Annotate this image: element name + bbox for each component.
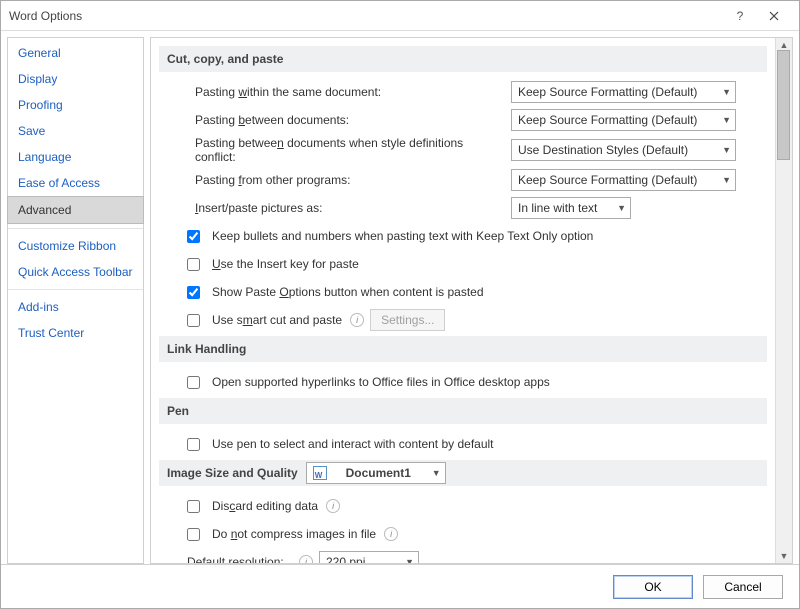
cancel-button[interactable]: Cancel [703, 575, 783, 599]
setting-pasting-between-conflict: Pasting between documents when style def… [159, 136, 767, 164]
checkbox-discard-editing[interactable] [187, 500, 200, 513]
chevron-down-icon: ▼ [722, 175, 731, 185]
label-pasting-other: Pasting from other programs: [195, 173, 505, 187]
settings-content: Cut, copy, and paste Pasting within the … [151, 38, 775, 563]
label-use-insert-key: Use the Insert key for paste [212, 257, 359, 271]
sidebar-item-advanced[interactable]: Advanced [7, 196, 144, 224]
close-icon [769, 11, 779, 21]
info-icon[interactable]: i [350, 313, 364, 327]
setting-default-resolution: Default resolution: i 220 ppi▼ [159, 550, 767, 563]
document-icon [313, 466, 327, 480]
section-image-size-quality: Image Size and Quality Document1▼ [159, 460, 767, 486]
label-default-resolution: Default resolution: [187, 555, 291, 563]
sidebar-separator [8, 289, 143, 290]
sidebar-item-general[interactable]: General [8, 40, 143, 66]
label-discard-editing: Discard editing data [212, 499, 318, 513]
info-icon[interactable]: i [299, 555, 313, 563]
label-smart-cut-paste: Use smart cut and paste [212, 313, 342, 327]
setting-smart-cut-paste: Use smart cut and paste i Settings... [159, 308, 767, 332]
dialog-footer: OK Cancel [1, 564, 799, 608]
combo-pasting-other[interactable]: Keep Source Formatting (Default)▼ [511, 169, 736, 191]
section-title-image-size-quality: Image Size and Quality [167, 466, 298, 480]
titlebar: Word Options ? [1, 1, 799, 31]
checkbox-do-not-compress[interactable] [187, 528, 200, 541]
checkbox-use-insert-key[interactable] [187, 258, 200, 271]
label-pasting-within: Pasting within the same document: [195, 85, 505, 99]
sidebar-item-trust-center[interactable]: Trust Center [8, 320, 143, 346]
setting-show-paste-options: Show Paste Options button when content i… [159, 280, 767, 304]
label-pasting-between: Pasting between documents: [195, 113, 505, 127]
setting-pasting-between: Pasting between documents: Keep Source F… [159, 108, 767, 132]
sidebar-item-quick-access-toolbar[interactable]: Quick Access Toolbar [8, 259, 143, 285]
help-button[interactable]: ? [723, 2, 757, 30]
label-do-not-compress: Do not compress images in file [212, 527, 376, 541]
label-show-paste-options: Show Paste Options button when content i… [212, 285, 484, 299]
label-insert-pictures: Insert/paste pictures as: [195, 201, 505, 215]
chevron-down-icon: ▼ [432, 468, 441, 478]
setting-use-insert-key: Use the Insert key for paste [159, 252, 767, 276]
sidebar-item-language[interactable]: Language [8, 144, 143, 170]
checkbox-open-hyperlinks[interactable] [187, 376, 200, 389]
window-title: Word Options [9, 9, 723, 23]
setting-pasting-other: Pasting from other programs: Keep Source… [159, 168, 767, 192]
category-sidebar: General Display Proofing Save Language E… [7, 37, 144, 564]
chevron-down-icon: ▼ [722, 145, 731, 155]
checkbox-use-pen[interactable] [187, 438, 200, 451]
close-button[interactable] [757, 2, 791, 30]
setting-use-pen: Use pen to select and interact with cont… [159, 432, 767, 456]
sidebar-item-display[interactable]: Display [8, 66, 143, 92]
combo-insert-pictures[interactable]: In line with text▼ [511, 197, 631, 219]
sidebar-item-addins[interactable]: Add-ins [8, 294, 143, 320]
setting-insert-pictures: Insert/paste pictures as: In line with t… [159, 196, 767, 220]
checkbox-keep-bullets[interactable] [187, 230, 200, 243]
ok-button[interactable]: OK [613, 575, 693, 599]
setting-discard-editing: Discard editing data i [159, 494, 767, 518]
chevron-down-icon: ▼ [405, 557, 414, 563]
setting-pasting-within: Pasting within the same document: Keep S… [159, 80, 767, 104]
chevron-down-icon: ▼ [617, 203, 626, 213]
label-pasting-between-conflict: Pasting between documents when style def… [195, 136, 505, 164]
label-open-hyperlinks: Open supported hyperlinks to Office file… [212, 375, 550, 389]
scroll-thumb[interactable] [777, 50, 790, 160]
sidebar-item-save[interactable]: Save [8, 118, 143, 144]
combo-default-resolution[interactable]: 220 ppi▼ [319, 551, 419, 563]
chevron-down-icon: ▼ [722, 87, 731, 97]
checkbox-smart-cut-paste[interactable] [187, 314, 200, 327]
combo-pasting-between[interactable]: Keep Source Formatting (Default)▼ [511, 109, 736, 131]
section-link-handling: Link Handling [159, 336, 767, 362]
sidebar-item-customize-ribbon[interactable]: Customize Ribbon [8, 233, 143, 259]
settings-button: Settings... [370, 309, 445, 331]
label-keep-bullets: Keep bullets and numbers when pasting te… [212, 229, 593, 243]
scroll-down-arrow[interactable]: ▼ [776, 549, 792, 563]
sidebar-separator [8, 228, 143, 229]
setting-do-not-compress: Do not compress images in file i [159, 522, 767, 546]
main-area: General Display Proofing Save Language E… [1, 31, 799, 564]
checkbox-show-paste-options[interactable] [187, 286, 200, 299]
chevron-down-icon: ▼ [722, 115, 731, 125]
combo-pasting-between-conflict[interactable]: Use Destination Styles (Default)▼ [511, 139, 736, 161]
info-icon[interactable]: i [326, 499, 340, 513]
word-options-dialog: Word Options ? General Display Proofing … [0, 0, 800, 609]
scrollbar[interactable]: ▲ ▼ [775, 38, 792, 563]
combo-image-document[interactable]: Document1▼ [306, 462, 446, 484]
sidebar-item-proofing[interactable]: Proofing [8, 92, 143, 118]
sidebar-item-ease-of-access[interactable]: Ease of Access [8, 170, 143, 196]
info-icon[interactable]: i [384, 527, 398, 541]
label-use-pen: Use pen to select and interact with cont… [212, 437, 494, 451]
section-pen: Pen [159, 398, 767, 424]
setting-keep-bullets: Keep bullets and numbers when pasting te… [159, 224, 767, 248]
section-cut-copy-paste: Cut, copy, and paste [159, 46, 767, 72]
content-panel: Cut, copy, and paste Pasting within the … [150, 37, 793, 564]
combo-pasting-within[interactable]: Keep Source Formatting (Default)▼ [511, 81, 736, 103]
setting-open-hyperlinks: Open supported hyperlinks to Office file… [159, 370, 767, 394]
